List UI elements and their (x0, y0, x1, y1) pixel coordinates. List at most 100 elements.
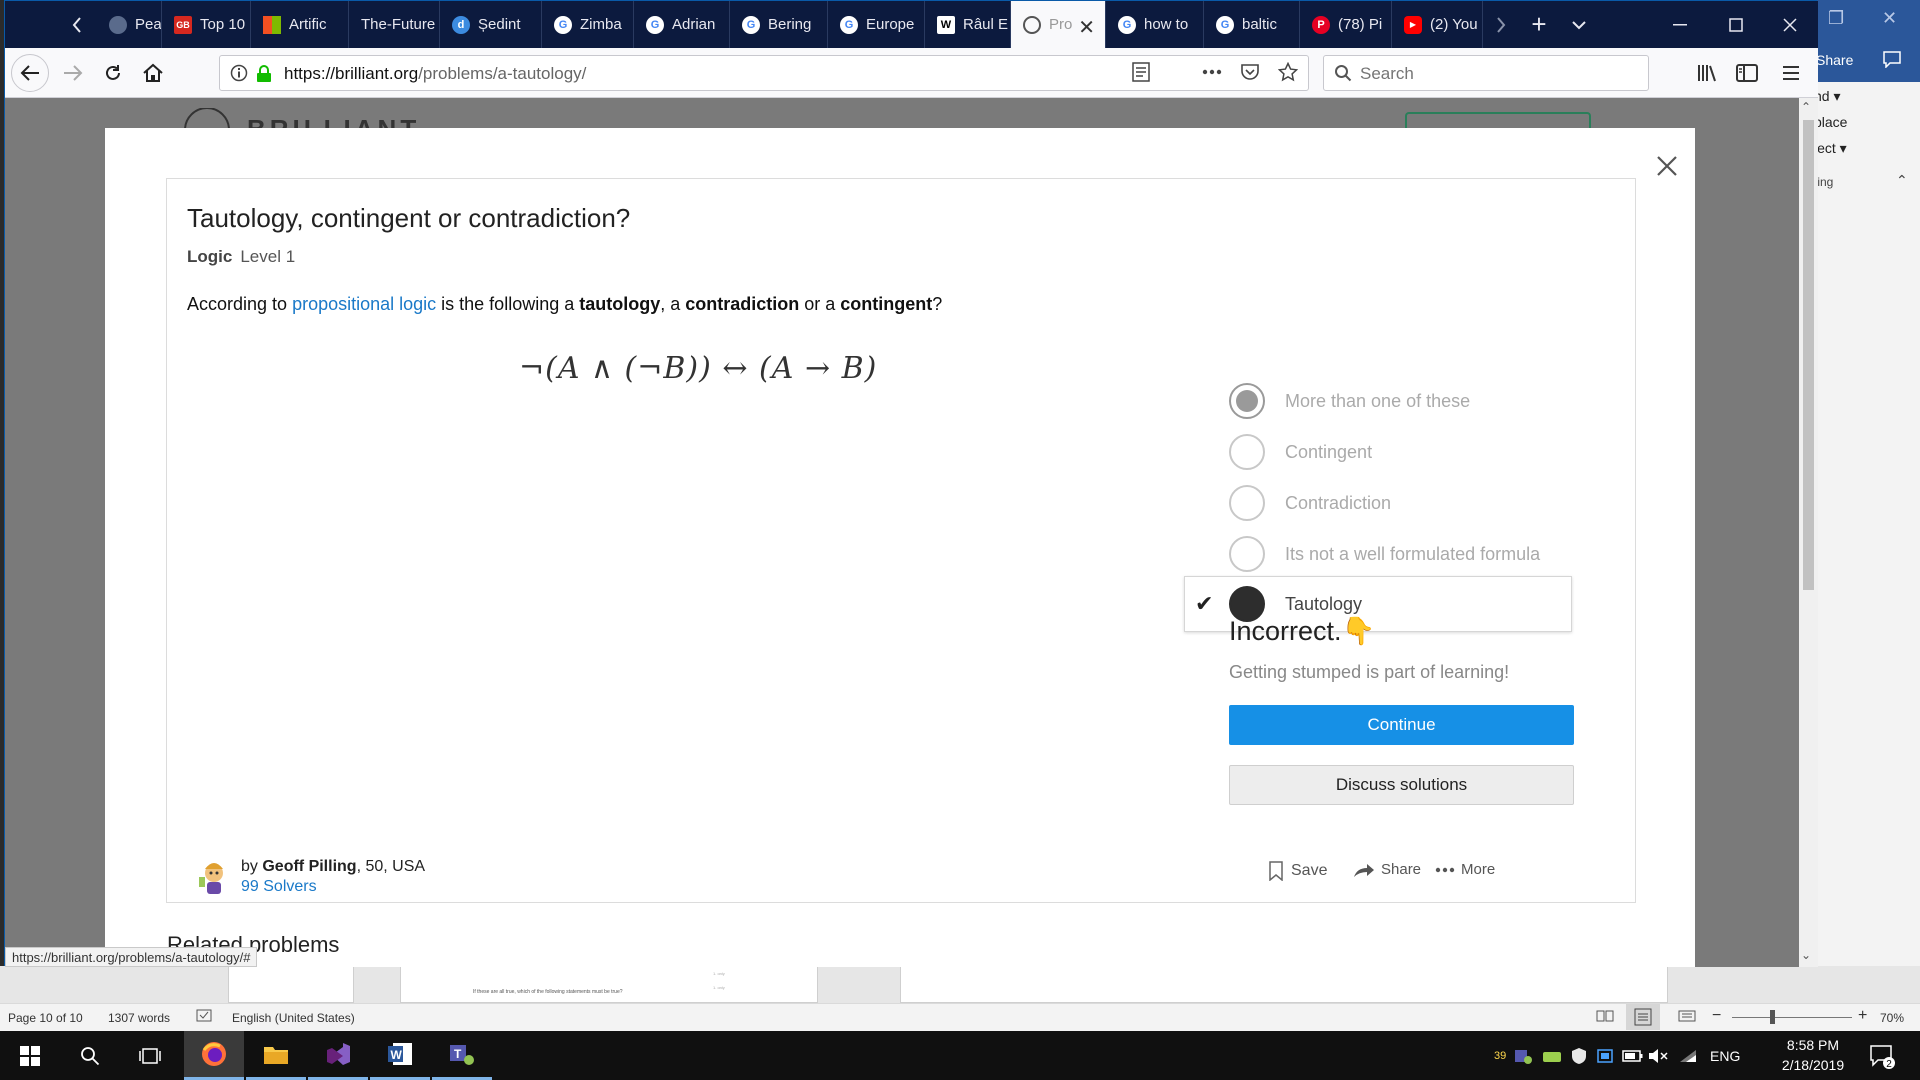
radio-button[interactable] (1229, 383, 1265, 419)
answer-choice[interactable]: Contingent (1229, 424, 1609, 480)
browser-tab[interactable]: G Europe (828, 1, 925, 48)
file-explorer-icon[interactable] (246, 1031, 306, 1080)
tab-close-icon[interactable]: ✕ (1078, 15, 1095, 40)
browser-tab[interactable]: P (78) Pi (1300, 1, 1392, 48)
home-icon[interactable] (137, 57, 169, 89)
answer-choice[interactable]: Contradiction (1229, 475, 1609, 531)
browser-tab[interactable]: Artific (251, 1, 349, 48)
zoom-in-button[interactable]: + (1858, 1007, 1867, 1025)
volume-muted-icon[interactable] (1648, 1031, 1670, 1080)
url-text[interactable]: https://brilliant.org/problems/a-tautolo… (284, 64, 586, 84)
share-button[interactable]: Share (1353, 861, 1421, 878)
answer-choice[interactable]: Its not a well formulated formula (1229, 526, 1609, 582)
comment-icon[interactable] (1882, 50, 1902, 68)
battery-icon[interactable] (1622, 1031, 1644, 1080)
lock-icon[interactable] (256, 65, 272, 83)
search-icon[interactable] (60, 1031, 120, 1080)
answer-choice[interactable]: More than one of these (1229, 373, 1609, 429)
discuss-solutions-button[interactable]: Discuss solutions (1229, 765, 1574, 805)
all-tabs-chevron-down-icon[interactable] (1559, 1, 1599, 48)
browser-tab[interactable]: Ghow to (1106, 1, 1204, 48)
url-bar[interactable]: https://brilliant.org/problems/a-tautolo… (219, 55, 1309, 91)
close-icon[interactable] (1653, 152, 1681, 180)
topic-link[interactable]: Logic (187, 247, 232, 266)
browser-tab[interactable]: G Adrian (634, 1, 730, 48)
word-taskbar-icon[interactable]: W (370, 1031, 430, 1080)
window-close-button[interactable] (1765, 1, 1815, 48)
browser-tab[interactable]: The-Future (349, 1, 440, 48)
solvers-link[interactable]: 99 Solvers (241, 878, 317, 895)
radio-button[interactable] (1229, 434, 1265, 470)
browser-tab[interactable]: Pearl H (97, 1, 162, 48)
new-tab-button[interactable]: + (1519, 1, 1559, 48)
page-count[interactable]: Page 10 of 10 (8, 1011, 83, 1025)
word-share-button[interactable]: Share (1816, 52, 1853, 68)
save-button[interactable]: Save (1269, 861, 1327, 881)
system-clock[interactable]: 8:58 PM 2/18/2019 (1773, 1035, 1853, 1075)
pocket-icon[interactable] (1240, 63, 1260, 81)
author-name[interactable]: Geoff Pilling (262, 858, 356, 875)
wifi-icon[interactable] (1678, 1031, 1698, 1080)
tab-scroll-right-button[interactable] (1483, 1, 1519, 48)
word-close-icon[interactable]: ✕ (1882, 8, 1897, 29)
firefox-taskbar-icon[interactable] (184, 1031, 244, 1080)
more-button[interactable]: More (1435, 861, 1495, 878)
forward-arrow-icon[interactable] (57, 57, 89, 89)
language-status[interactable]: English (United States) (232, 1011, 355, 1025)
propositional-logic-link[interactable]: propositional logic (292, 294, 436, 314)
browser-tab[interactable]: Gbaltic (1204, 1, 1300, 48)
scrollbar-thumb[interactable] (1803, 120, 1814, 590)
zoom-out-button[interactable]: − (1712, 1007, 1721, 1025)
page-actions-ellipsis-icon[interactable] (1202, 69, 1222, 75)
tab-scroll-left-button[interactable] (57, 1, 97, 48)
ribbon-replace[interactable]: place (1814, 114, 1847, 130)
reader-view-icon[interactable] (1132, 62, 1150, 82)
task-view-icon[interactable] (120, 1031, 180, 1080)
radio-button[interactable] (1229, 536, 1265, 572)
scroll-down-icon[interactable]: ⌄ (1801, 948, 1811, 962)
word-count[interactable]: 1307 words (108, 1011, 170, 1025)
browser-tab[interactable]: ▶ (2) You (1392, 1, 1483, 48)
library-icon[interactable] (1691, 57, 1723, 89)
zoom-level[interactable]: 70% (1880, 1011, 1904, 1025)
tray-shield-icon[interactable] (1570, 1031, 1588, 1080)
browser-tab[interactable]: d Ședint (440, 1, 542, 48)
zoom-slider-thumb[interactable] (1770, 1010, 1775, 1024)
browser-tab[interactable]: Pro ✕ (1011, 1, 1106, 48)
proofing-icon[interactable] (196, 1009, 212, 1023)
maximize-button[interactable] (1711, 1, 1761, 48)
tray-network-drive-icon[interactable] (1596, 1031, 1614, 1080)
input-language[interactable]: ENG (1710, 1031, 1740, 1080)
scroll-up-icon[interactable]: ⌃ (1801, 100, 1811, 114)
word-restore-icon[interactable]: ❐ (1828, 8, 1844, 29)
windows-start-icon[interactable] (0, 1031, 60, 1080)
zoom-slider[interactable] (1732, 1017, 1852, 1018)
reload-icon[interactable] (97, 57, 129, 89)
minimize-button[interactable] (1655, 1, 1705, 48)
tray-security-icon[interactable] (1542, 1031, 1562, 1080)
hamburger-menu-icon[interactable] (1775, 57, 1807, 89)
visual-studio-icon[interactable] (308, 1031, 368, 1080)
print-layout-icon[interactable] (1626, 1004, 1660, 1030)
radio-button[interactable] (1229, 485, 1265, 521)
web-layout-icon[interactable] (1678, 1009, 1696, 1023)
ribbon-select[interactable]: lect ▾ (1814, 140, 1847, 157)
tray-teams-icon[interactable] (1514, 1031, 1532, 1080)
ribbon-collapse-icon[interactable]: ⌃ (1896, 172, 1908, 189)
browser-tab[interactable]: G Bering (730, 1, 828, 48)
search-bar[interactable] (1323, 55, 1649, 91)
search-input[interactable] (1360, 64, 1630, 84)
teams-icon[interactable]: T (432, 1031, 492, 1080)
sidebar-toggle-icon[interactable] (1731, 57, 1763, 89)
notification-center-icon[interactable]: 2 (1868, 1031, 1896, 1080)
back-arrow-icon[interactable] (11, 54, 49, 92)
author-avatar[interactable] (195, 857, 233, 897)
browser-tab[interactable]: G Zimba (542, 1, 634, 48)
browser-tab[interactable]: GB Top 10 (162, 1, 251, 48)
bookmark-star-icon[interactable] (1278, 62, 1298, 82)
page-scrollbar[interactable]: ⌃ ⌄ (1799, 98, 1818, 967)
info-icon[interactable] (230, 64, 248, 82)
browser-tab[interactable]: W Râul E (925, 1, 1011, 48)
read-mode-icon[interactable] (1596, 1009, 1614, 1023)
continue-button[interactable]: Continue (1229, 705, 1574, 745)
